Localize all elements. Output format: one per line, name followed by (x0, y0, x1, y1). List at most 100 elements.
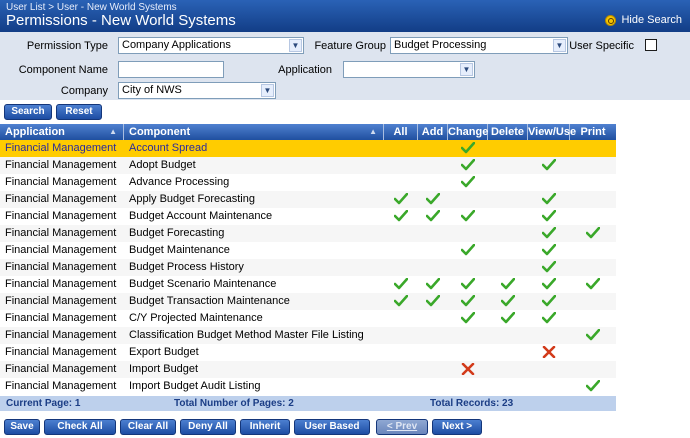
hide-search-link[interactable]: Hide Search (605, 14, 682, 26)
deny-all-button[interactable]: Deny All (180, 419, 236, 435)
permission-view-use-cell[interactable] (528, 191, 570, 208)
permission-change-cell[interactable] (448, 225, 488, 242)
permission-add-cell[interactable] (418, 293, 448, 310)
permission-print-cell[interactable] (570, 208, 616, 225)
permission-add-cell[interactable] (418, 378, 448, 395)
table-row[interactable]: Financial Management Classification Budge… (0, 327, 616, 344)
permission-view-use-cell[interactable] (528, 259, 570, 276)
feature-group-select[interactable]: Budget Processing ▼ (390, 37, 568, 54)
permission-change-cell[interactable] (448, 242, 488, 259)
permission-view-use-cell[interactable] (528, 276, 570, 293)
table-row[interactable]: Financial Management Adopt Budget (0, 157, 616, 174)
component-cell[interactable]: Budget Maintenance (129, 242, 379, 259)
permission-all-cell[interactable] (384, 157, 418, 174)
permission-change-cell[interactable] (448, 293, 488, 310)
permission-delete-cell[interactable] (488, 191, 528, 208)
permission-add-cell[interactable] (418, 310, 448, 327)
column-delete[interactable]: Delete (488, 124, 528, 140)
table-row[interactable]: Financial Management Budget Maintenance (0, 242, 616, 259)
user-based-button[interactable]: User Based (294, 419, 370, 435)
permission-add-cell[interactable] (418, 208, 448, 225)
permission-view-use-cell[interactable] (528, 310, 570, 327)
permission-delete-cell[interactable] (488, 310, 528, 327)
permission-delete-cell[interactable] (488, 140, 528, 157)
permission-add-cell[interactable] (418, 344, 448, 361)
inherit-button[interactable]: Inherit (240, 419, 290, 435)
component-cell[interactable]: Apply Budget Forecasting (129, 191, 379, 208)
chevron-down-icon[interactable]: ▼ (553, 39, 566, 52)
permission-delete-cell[interactable] (488, 157, 528, 174)
permission-view-use-cell[interactable] (528, 361, 570, 378)
permission-delete-cell[interactable] (488, 259, 528, 276)
column-all[interactable]: All (384, 124, 418, 140)
permission-view-use-cell[interactable] (528, 140, 570, 157)
column-change[interactable]: Change (448, 124, 488, 140)
permission-delete-cell[interactable] (488, 378, 528, 395)
permission-change-cell[interactable] (448, 174, 488, 191)
permission-all-cell[interactable] (384, 310, 418, 327)
permission-all-cell[interactable] (384, 327, 418, 344)
chevron-down-icon[interactable]: ▼ (289, 39, 302, 52)
component-name-input[interactable] (118, 61, 224, 78)
permission-all-cell[interactable] (384, 276, 418, 293)
permission-change-cell[interactable] (448, 310, 488, 327)
permission-view-use-cell[interactable] (528, 344, 570, 361)
table-row[interactable]: Financial Management Advance Processing (0, 174, 616, 191)
permission-all-cell[interactable] (384, 140, 418, 157)
permission-print-cell[interactable] (570, 140, 616, 157)
permission-print-cell[interactable] (570, 276, 616, 293)
permission-delete-cell[interactable] (488, 174, 528, 191)
permission-all-cell[interactable] (384, 208, 418, 225)
permission-view-use-cell[interactable] (528, 208, 570, 225)
table-row[interactable]: Financial Management Budget Scenario Main… (0, 276, 616, 293)
component-cell[interactable]: Export Budget (129, 344, 379, 361)
permission-change-cell[interactable] (448, 208, 488, 225)
table-row[interactable]: Financial Management Budget Account Maint… (0, 208, 616, 225)
permission-add-cell[interactable] (418, 191, 448, 208)
component-cell[interactable]: Advance Processing (129, 174, 379, 191)
permission-print-cell[interactable] (570, 293, 616, 310)
permission-add-cell[interactable] (418, 361, 448, 378)
component-cell[interactable]: Import Budget (129, 361, 379, 378)
check-all-button[interactable]: Check All (44, 419, 116, 435)
permission-all-cell[interactable] (384, 259, 418, 276)
permission-print-cell[interactable] (570, 242, 616, 259)
permission-add-cell[interactable] (418, 225, 448, 242)
permission-print-cell[interactable] (570, 344, 616, 361)
component-cell[interactable]: Budget Scenario Maintenance (129, 276, 379, 293)
table-row[interactable]: Financial Management Export Budget (0, 344, 616, 361)
table-row[interactable]: Financial Management Import Budget Audit … (0, 378, 616, 395)
component-cell[interactable]: C/Y Projected Maintenance (129, 310, 379, 327)
permission-view-use-cell[interactable] (528, 225, 570, 242)
permission-all-cell[interactable] (384, 378, 418, 395)
permission-all-cell[interactable] (384, 191, 418, 208)
permission-delete-cell[interactable] (488, 208, 528, 225)
permission-print-cell[interactable] (570, 157, 616, 174)
user-specific-checkbox[interactable] (645, 39, 657, 51)
next-button[interactable]: Next > (432, 419, 482, 435)
permission-add-cell[interactable] (418, 327, 448, 344)
permission-delete-cell[interactable] (488, 327, 528, 344)
permission-print-cell[interactable] (570, 225, 616, 242)
permission-change-cell[interactable] (448, 140, 488, 157)
table-row[interactable]: Financial Management Budget Forecasting (0, 225, 616, 242)
permission-add-cell[interactable] (418, 140, 448, 157)
permission-all-cell[interactable] (384, 344, 418, 361)
permission-change-cell[interactable] (448, 378, 488, 395)
permission-view-use-cell[interactable] (528, 293, 570, 310)
column-add[interactable]: Add (418, 124, 448, 140)
component-cell[interactable]: Budget Account Maintenance (129, 208, 379, 225)
permission-all-cell[interactable] (384, 242, 418, 259)
permission-add-cell[interactable] (418, 276, 448, 293)
component-cell[interactable]: Classification Budget Method Master File… (129, 327, 379, 344)
permission-change-cell[interactable] (448, 327, 488, 344)
component-cell[interactable]: Budget Transaction Maintenance (129, 293, 379, 310)
application-select[interactable]: ▼ (343, 61, 475, 78)
component-cell[interactable]: Import Budget Audit Listing (129, 378, 379, 395)
table-row[interactable]: Financial Management Apply Budget Forecas… (0, 191, 616, 208)
permission-print-cell[interactable] (570, 191, 616, 208)
permission-view-use-cell[interactable] (528, 157, 570, 174)
clear-all-button[interactable]: Clear All (120, 419, 176, 435)
component-cell[interactable]: Budget Forecasting (129, 225, 379, 242)
permission-add-cell[interactable] (418, 157, 448, 174)
